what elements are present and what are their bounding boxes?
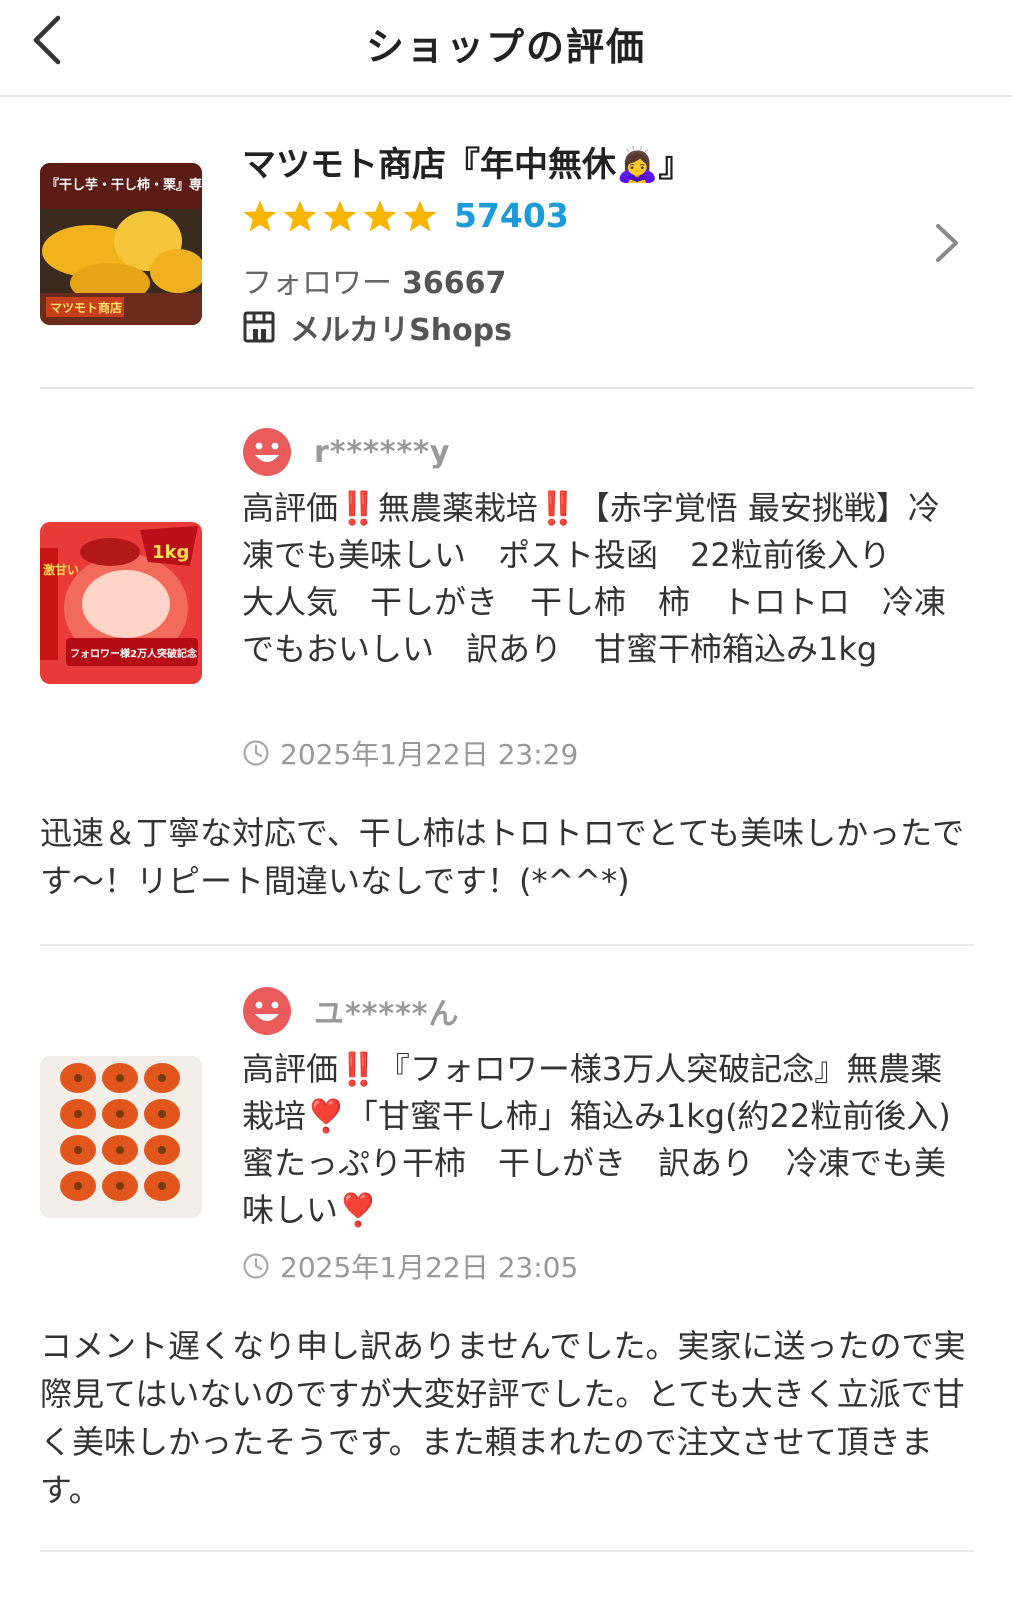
star-icon [243,200,277,232]
thumbnail-side: 激甘い [43,562,79,577]
shop-detail-arrow[interactable] [932,218,962,268]
shop-summary-card[interactable]: 『干し芋・干し柿・栗』専門店 マツモト商店 マツモト商店『年中無休🙇‍♀️』 5… [0,100,1012,390]
divider [40,1550,974,1552]
star-icon [363,200,397,232]
shop-thumbnail: 『干し芋・干し柿・栗』専門店 マツモト商店 [40,163,202,325]
shop-name: マツモト商店『年中無休🙇‍♀️』 [242,145,693,185]
item-title[interactable]: 高評価‼️無農薬栽培‼️【赤字覚悟 最安挑戦】冷凍でも美味しい ポスト投函 22… [242,485,954,673]
followers-label: フォロワー [242,266,392,301]
title-text: 高評価 [242,1050,339,1088]
followers-count: 36667 [402,266,507,301]
reviewer-name: ユ*****ん [314,997,460,1032]
star-icon [323,200,357,232]
reviewer-name: r******y [314,434,451,470]
review-item: ユ*****ん 高評価‼️『フォロワー様3万人突破記念』無農薬栽培❣️「甘蜜干し… [0,946,1012,1550]
rating-count[interactable]: 57403 [454,196,569,235]
review-timestamp: 2025年1月22日 23:05 [242,1246,578,1286]
star-rating [242,198,438,234]
thumbnail-badge: 1kg [152,542,189,563]
timestamp-text: 2025年1月22日 23:29 [280,738,579,771]
reviewer-row: r******y [242,427,450,477]
thumbnail-sign: マツモト商店 [50,300,122,315]
product-thumbnail[interactable]: 1kg 激甘い フォロワー様2万人突破記念 [40,522,202,684]
timestamp-text: 2025年1月22日 23:05 [280,1251,579,1284]
heart-exclamation-icon: ❣️ [338,1191,378,1229]
shop-icon [243,311,275,343]
smiley-face-icon [243,987,291,1035]
chevron-right-icon [936,224,958,262]
item-title[interactable]: 高評価‼️『フォロワー様3万人突破記念』無農薬栽培❣️「甘蜜干し柿」箱込み1kg… [242,1046,954,1234]
app-header: ショップの評価 [0,0,1012,97]
heart-exclamation-icon: ❣️ [306,1097,346,1135]
exclamation-mark-icon: ‼️ [338,1050,378,1088]
page-title: ショップの評価 [365,25,646,69]
platform-badge: メルカリShops [242,305,512,349]
star-icon [283,200,317,232]
smiley-face-icon [243,428,291,476]
title-text: 無農薬栽培 [377,489,538,527]
product-thumbnail[interactable] [40,1056,202,1218]
reviewer-row: ユ*****ん [242,986,459,1036]
clock-icon [243,1253,269,1279]
clock-icon [243,740,269,766]
thumbnail-ribbon: フォロワー様2万人突破記念 [70,647,197,660]
review-comment: コメント遅くなり申し訳ありませんでした。実家に送ったので実際見てはいないのですが… [40,1327,966,1509]
review-timestamp: 2025年1月22日 23:29 [242,733,578,773]
review-item: r******y 1kg 激甘い フォロワー様2万人突破記念 高評価‼️無農薬栽… [0,389,1012,944]
star-icon [403,200,437,232]
review-comment: 迅速＆丁寧な対応で、干し柿はトロトロでとても美味しかったです〜！リピート間違いな… [40,814,965,900]
exclamation-mark-icon: ‼️ [537,489,578,527]
exclamation-mark-icon: ‼️ [338,489,378,527]
title-text: 高評価 [242,489,339,527]
platform-label: メルカリShops [290,313,513,348]
thumbnail-caption: 『干し芋・干し柿・栗』専門店 [46,177,202,193]
followers-row: フォロワー 36667 [242,258,506,302]
